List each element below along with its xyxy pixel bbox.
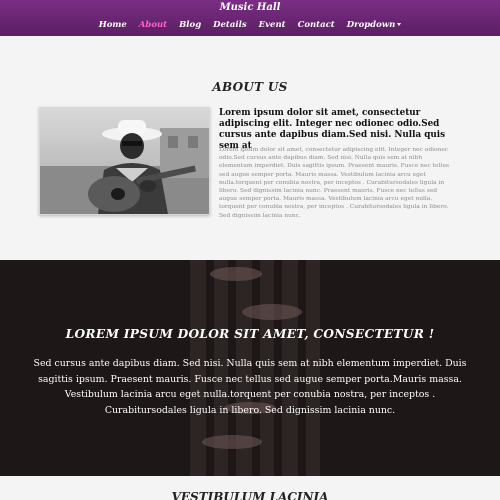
banner-title: LOREM IPSUM DOLOR SIT AMET, CONSECTETUR … [65,327,435,341]
nav-details[interactable]: Details [213,20,246,30]
caret-down-icon [397,23,402,26]
nav-home[interactable]: Home [99,20,127,30]
header-bar: Music Hall Home About Blog Details Event… [0,0,500,36]
nav-blog[interactable]: Blog [179,20,201,30]
guitarist-illustration [40,108,209,214]
next-section-title: VESTIBULUM LACINIA [171,490,329,500]
about-section: ABOUT US Lorem ipsum dolor sit amet, con… [0,36,500,260]
nav-contact[interactable]: Contact [298,20,335,30]
nav-event[interactable]: Event [259,20,286,30]
guitarist-photo [39,107,210,215]
nav-dropdown-label: Dropdown [346,20,396,30]
site-brand[interactable]: Music Hall [0,2,500,13]
banner-text: Sed cursus ante dapibus diam. Sed nisi. … [33,358,467,416]
main-nav: Home About Blog Details Event Contact Dr… [0,20,500,30]
about-body-text: Lorem ipsum dolor sit amet, consectetur … [219,147,450,219]
hero-banner: LOREM IPSUM DOLOR SIT AMET, CONSECTETUR … [0,260,500,476]
about-title: ABOUT US [212,80,288,94]
nav-dropdown[interactable]: Dropdown [347,20,402,30]
page: Music Hall Home About Blog Details Event… [0,0,500,500]
nav-about[interactable]: About [139,20,167,30]
next-section: VESTIBULUM LACINIA [0,476,500,500]
